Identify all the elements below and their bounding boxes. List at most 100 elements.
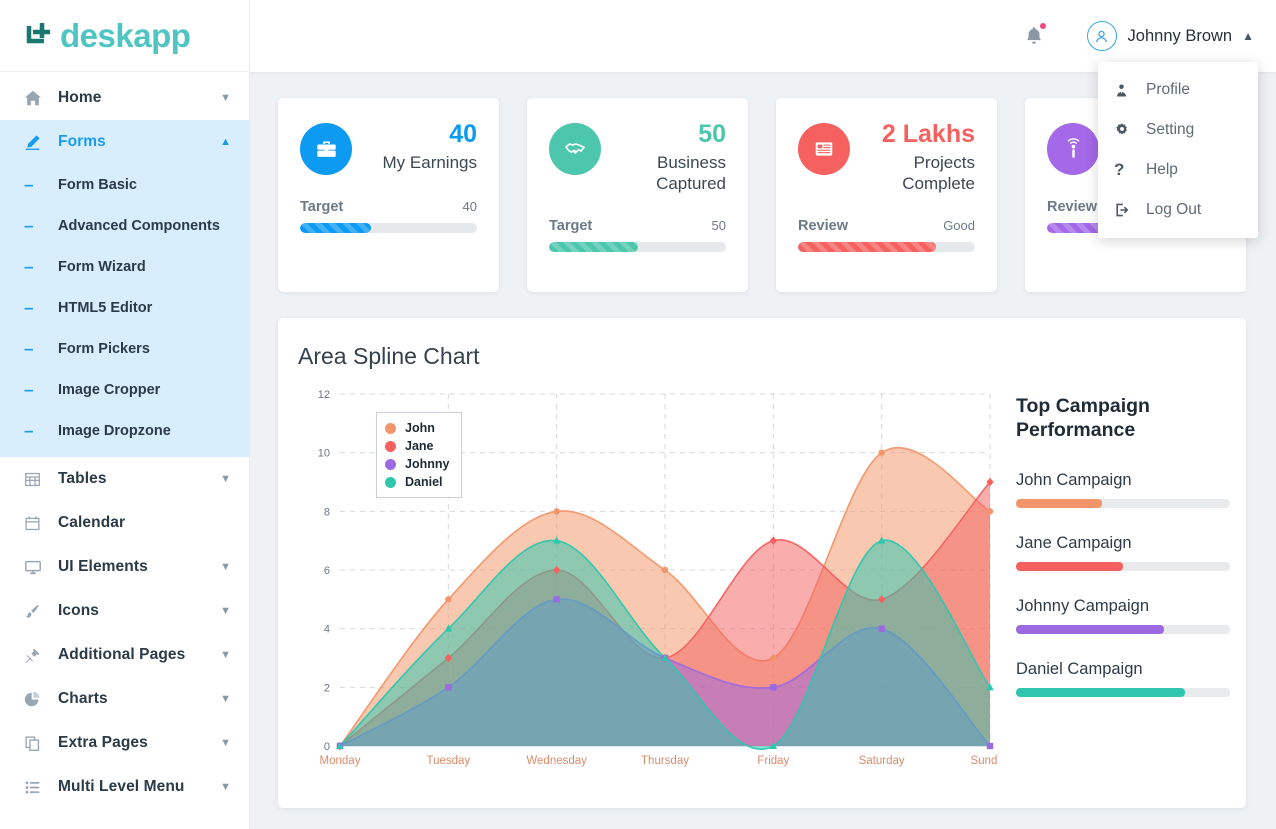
dash-icon: –: [24, 299, 50, 316]
menu-item-help[interactable]: ? Help: [1098, 150, 1258, 190]
progress-value: 50: [712, 218, 726, 233]
svg-text:10: 10: [318, 448, 330, 460]
chevron-down-icon: ▼: [220, 93, 231, 104]
progress-value: Good: [943, 218, 975, 233]
campaign-track: [1016, 562, 1230, 571]
user-menu-button[interactable]: Johnny Brown ▲: [1087, 21, 1254, 51]
menu-item-label: Log Out: [1138, 201, 1201, 219]
top-campaign-performance: Top Campaign Performance John Campaign J…: [998, 384, 1230, 784]
stat-label: My Earnings: [360, 152, 477, 173]
campaign-fill: [1016, 562, 1123, 571]
stat-card-projects-complete: 2 Lakhs Projects Complete Review Good: [776, 98, 997, 292]
legend-swatch-jane: [385, 441, 396, 452]
sidebar-subitem-label: Form Pickers: [50, 341, 150, 357]
stat-label: Business Captured: [609, 152, 726, 195]
chevron-up-icon: ▲: [220, 137, 231, 148]
campaign-fill: [1016, 625, 1164, 634]
legend-label: John: [405, 421, 435, 435]
sidebar-subitem-image-cropper[interactable]: – Image Cropper: [0, 369, 249, 410]
sidebar-subitem-label: Image Cropper: [50, 382, 160, 398]
sidebar-subitem-html5-editor[interactable]: – HTML5 Editor: [0, 287, 249, 328]
svg-text:8: 8: [324, 506, 330, 518]
chart-legend: John Jane Johnny: [376, 412, 462, 498]
sidebar-item-forms[interactable]: Forms ▲: [0, 120, 249, 164]
legend-item[interactable]: Daniel: [385, 473, 449, 491]
avatar: [1087, 21, 1117, 51]
sidebar-subitem-advanced-components[interactable]: – Advanced Components: [0, 205, 249, 246]
legend-item[interactable]: John: [385, 419, 449, 437]
question-icon: ?: [1114, 160, 1138, 180]
progress-label: Review: [798, 218, 848, 234]
sidebar-subitem-image-dropzone[interactable]: – Image Dropzone: [0, 410, 249, 451]
chevron-down-icon: ▼: [220, 474, 231, 485]
logout-icon: [1114, 202, 1138, 218]
sidebar-item-label: Forms: [50, 133, 220, 151]
table-icon: [24, 471, 50, 488]
svg-text:Friday: Friday: [757, 755, 789, 767]
chevron-down-icon: ▼: [220, 606, 231, 617]
legend-swatch-daniel: [385, 477, 396, 488]
progress-track: [798, 242, 975, 252]
sidebar-item-tables[interactable]: Tables ▼: [0, 457, 249, 501]
deskapp-mark-icon: [24, 20, 58, 52]
dash-icon: –: [24, 176, 50, 193]
sidebar-item-label: Multi Level Menu: [50, 778, 220, 796]
menu-item-profile[interactable]: Profile: [1098, 70, 1258, 110]
sidebar-item-home[interactable]: Home ▼: [0, 76, 249, 120]
sidebar-item-extra-pages[interactable]: Extra Pages ▼: [0, 721, 249, 765]
sidebar-item-multi-level-menu[interactable]: Multi Level Menu ▼: [0, 765, 249, 809]
progress-fill: [300, 223, 371, 233]
legend-swatch-johnny: [385, 459, 396, 470]
sidebar-item-additional-pages[interactable]: Additional Pages ▼: [0, 633, 249, 677]
sidebar-subitem-form-pickers[interactable]: – Form Pickers: [0, 328, 249, 369]
campaign-label: Jane Campaign: [1016, 534, 1230, 553]
sidebar-item-label: Additional Pages: [50, 646, 220, 664]
sidebar-item-charts[interactable]: Charts ▼: [0, 677, 249, 721]
stat-value: 2 Lakhs: [858, 120, 975, 149]
sidebar-subitem-form-wizard[interactable]: – Form Wizard: [0, 246, 249, 287]
sidebar: deskapp Home ▼ Forms ▲: [0, 0, 250, 829]
briefcase-icon: [300, 123, 352, 175]
sidebar-subitem-form-basic[interactable]: – Form Basic: [0, 164, 249, 205]
sidebar-item-ui-elements[interactable]: UI Elements ▼: [0, 545, 249, 589]
legend-item[interactable]: Johnny: [385, 455, 449, 473]
chart-panel: Area Spline Chart 024681012MondayTuesday…: [278, 318, 1246, 808]
brand-logo[interactable]: deskapp: [0, 0, 249, 72]
campaign-track: [1016, 499, 1230, 508]
app-root: deskapp Home ▼ Forms ▲: [0, 0, 1276, 829]
monitor-icon: [24, 558, 50, 576]
stat-value: 50: [609, 120, 726, 149]
svg-text:12: 12: [318, 389, 330, 401]
chevron-down-icon: ▼: [220, 782, 231, 793]
notifications-button[interactable]: [1023, 25, 1045, 47]
brush-icon: [24, 603, 50, 620]
progress-value: 40: [463, 199, 477, 214]
campaign-item-johnny: Johnny Campaign: [1016, 597, 1230, 634]
svg-text:6: 6: [324, 565, 330, 577]
sidebar-item-label: UI Elements: [50, 558, 220, 576]
plug-icon: [24, 647, 50, 664]
progress-track: [549, 242, 726, 252]
copy-icon: [24, 735, 50, 752]
sidebar-subitem-label: Form Wizard: [50, 259, 146, 275]
campaign-track: [1016, 688, 1230, 697]
sidebar-subitem-label: Advanced Components: [50, 218, 220, 234]
campaign-fill: [1016, 499, 1102, 508]
legend-label: Johnny: [405, 457, 449, 471]
legend-item[interactable]: Jane: [385, 437, 449, 455]
legend-label: Daniel: [405, 475, 443, 489]
stat-card-my-earnings: 40 My Earnings Target 40: [278, 98, 499, 292]
dash-icon: –: [24, 422, 50, 439]
panel-title: Area Spline Chart: [298, 343, 1224, 370]
campaign-label: John Campaign: [1016, 471, 1230, 490]
stat-value: 40: [360, 120, 477, 149]
newspaper-icon: [798, 123, 850, 175]
user-tie-icon: [1114, 83, 1138, 98]
menu-item-setting[interactable]: Setting: [1098, 110, 1258, 150]
home-icon: [24, 89, 50, 107]
sidebar-item-label: Extra Pages: [50, 734, 220, 752]
sidebar-item-icons[interactable]: Icons ▼: [0, 589, 249, 633]
campaign-track: [1016, 625, 1230, 634]
sidebar-item-calendar[interactable]: Calendar: [0, 501, 249, 545]
menu-item-logout[interactable]: Log Out: [1098, 190, 1258, 230]
